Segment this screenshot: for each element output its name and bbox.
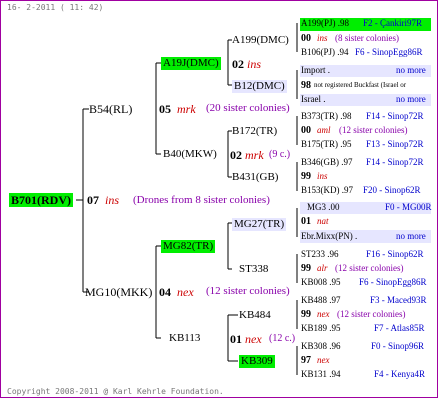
ancestor-9-b: F14 - Sinop72R [366, 157, 424, 167]
ancestor-19-num: 99 [301, 309, 311, 320]
timestamp: 16- 2-2011 ( 11: 42) [7, 3, 104, 12]
parent-2-id: MG10(MKK) [85, 285, 153, 299]
ancestor-10-num: 99 [301, 171, 311, 182]
ancestor-8-a: B175(TR) .95 [301, 139, 352, 149]
ancestor-6-a: B373(TR) .98 [301, 111, 352, 121]
grandparent-3-id: MG82(TR) [161, 240, 216, 253]
root-race: ins [105, 193, 120, 207]
grandparent-1-id: A19J(DMC) [161, 57, 221, 70]
ancestor-19-note: (12 sister colonies) [337, 309, 406, 319]
ancestor-23-b: F4 - Kenya4R [374, 369, 425, 379]
root-num: 07 [87, 193, 99, 207]
ancestor-20-a: KB189 .95 [301, 323, 341, 333]
grandparent-4-note: (12 c.) [269, 333, 296, 344]
ancestor-7-race: aml [317, 125, 331, 135]
ancestor-12-b: F0 - MG00R [385, 202, 432, 212]
ancestor-19-race: nex [317, 309, 330, 319]
ancestor-11-a: B153(KD) .97 [301, 185, 353, 195]
ggp-5-id: MG27(TR) [232, 218, 287, 231]
ancestor-0-a: A199(PJ) .98 [301, 18, 350, 28]
root-note: (Drones from 8 sister colonies) [133, 194, 270, 206]
ggp-1-id: A199(DMC) [232, 34, 289, 46]
ggp-8-id: KB309 [239, 355, 275, 368]
grandparent-2-race: mrk [245, 148, 264, 162]
ancestor-14-a: Ebr.Mixx(PN) . [301, 231, 358, 241]
grandparent-2-note: (9 c.) [269, 149, 291, 160]
ancestor-0-b: F2 - Çankiri97R [363, 18, 423, 28]
parent-2-race: nex [177, 285, 194, 299]
ancestor-15-b: F16 - Sinop62R [366, 249, 424, 259]
parent-2-note: (12 sister colonies) [206, 285, 290, 297]
ancestor-5-b: no more [396, 94, 426, 104]
grandparent-4-num: 01 [230, 332, 242, 346]
ancestor-2-b: F6 - SinopEgg86R [355, 47, 423, 57]
parent-1-num: 05 [159, 102, 171, 116]
ggp-2-id: B12(DMC) [232, 80, 287, 93]
ancestor-22-num: 97 [301, 355, 311, 366]
ancestor-12-a: MG3 .00 [307, 202, 340, 212]
ggp-1-race: ins [247, 57, 262, 71]
grandparent-4-race: nex [245, 332, 262, 346]
ancestor-21-b: F0 - Sinop96R [371, 341, 425, 351]
grandparent-2-num: 02 [230, 148, 242, 162]
root-id: B701(RDV) [9, 193, 73, 207]
ancestor-8-b: F13 - Sinop72R [366, 139, 424, 149]
grandparent-2-id: B40(MKW) [163, 148, 217, 160]
ancestor-2-a: B106(PJ) .94 [301, 47, 349, 57]
ancestor-6-b: F14 - Sinop72R [366, 111, 424, 121]
ggp-3-id: B172(TR) [232, 125, 278, 137]
ancestor-18-a: KB488 .97 [301, 295, 341, 305]
ancestor-14-b: no more [396, 231, 426, 241]
ancestor-3-a: Import . [301, 65, 330, 75]
ancestor-7-note: (12 sister colonies) [339, 125, 408, 135]
parent-1-note: (20 sister colonies) [206, 102, 290, 114]
ancestor-20-b: F7 - Atlas85R [374, 323, 425, 333]
ancestor-16-race: alr [317, 263, 328, 273]
ancestor-9-a: B346(GB) .97 [301, 157, 353, 167]
ggp-6-id: ST338 [239, 263, 269, 275]
ancestor-4-num: 98 [301, 80, 311, 91]
ancestor-1-num: 00 [301, 33, 311, 44]
ancestor-17-a: KB008 .95 [301, 277, 341, 287]
ancestor-16-num: 99 [301, 263, 311, 274]
ancestor-11-b: F20 - Sinop62R [363, 185, 421, 195]
ggp-1-num: 02 [232, 57, 244, 71]
parent-2-num: 04 [159, 285, 171, 299]
ancestor-13-num: 01 [301, 216, 311, 227]
ancestor-13-race: nat [317, 216, 329, 226]
copyright-footer: Copyright 2008-2011 @ Karl Kehrle Founda… [7, 387, 224, 396]
ancestor-10-race: ins [317, 171, 328, 181]
ancestor-22-race: nex [317, 355, 330, 365]
grandparent-4-id: KB113 [169, 332, 201, 344]
ancestor-5-a: Israel . [301, 94, 326, 104]
ancestor-1-race: ins [317, 33, 328, 43]
ancestor-4-note: not registered Buckfast (Israel or [314, 81, 407, 89]
ggp-4-id: B431(GB) [232, 171, 279, 183]
ancestor-18-b: F3 - Maced93R [370, 295, 427, 305]
ancestor-16-note: (12 sister colonies) [335, 263, 404, 273]
ggp-7-id: KB484 [239, 309, 271, 321]
ancestor-23-a: KB131 .94 [301, 369, 341, 379]
ancestor-7-num: 00 [301, 125, 311, 136]
pedigree-chart: 16- 2-2011 ( 11: 42) B701(RDV) 07 ins (D… [0, 0, 438, 398]
ancestor-1-note: (8 sister colonies) [335, 33, 399, 43]
ancestor-17-b: F6 - SinopEgg86R [359, 277, 427, 287]
parent-1-race: mrk [177, 102, 196, 116]
parent-1-id: B54(RL) [89, 102, 133, 116]
ancestor-21-a: KB308 .96 [301, 341, 341, 351]
ancestor-15-a: ST233 .96 [301, 249, 339, 259]
ancestor-3-b: no more [396, 65, 426, 75]
